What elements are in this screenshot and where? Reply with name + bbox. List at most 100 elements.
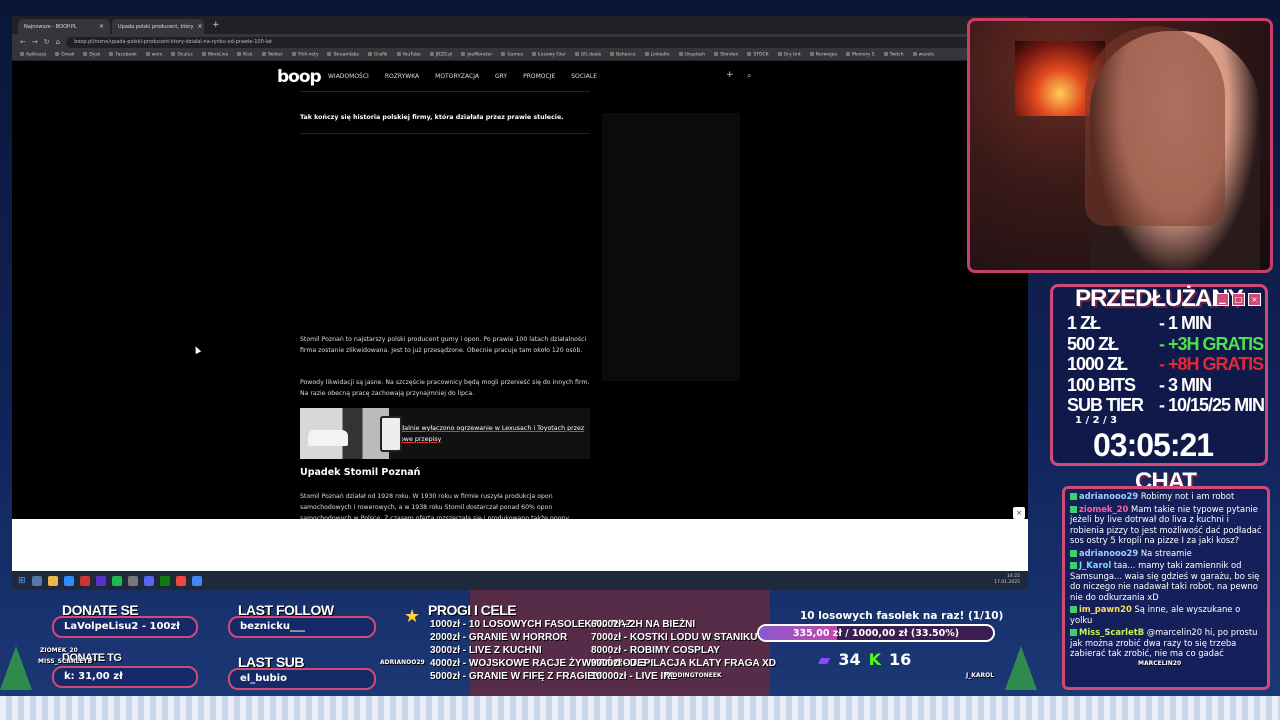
bookmark-item[interactable]: Kick	[237, 52, 253, 58]
goals-title: PROGI I CELE	[428, 602, 517, 618]
close-tab-icon[interactable]: ×	[99, 23, 104, 30]
back-icon[interactable]: ←	[20, 38, 26, 46]
rate-row: 500 ZŁ - +3H GRATIS	[1067, 334, 1264, 355]
nav-link[interactable]: WIADOMOŚCI	[328, 73, 369, 80]
bookmark-item[interactable]: Aplikacje	[20, 52, 46, 58]
related-article-card[interactable]: Zdalnie wyłączono ogrzewanie w Lexusach …	[300, 408, 590, 459]
bookmark-icon	[747, 52, 752, 57]
streamer-hair	[1085, 26, 1225, 226]
close-icon: ×	[1248, 293, 1261, 306]
windows-start-icon[interactable]: ⊞	[18, 576, 26, 586]
taskbar-app-icon[interactable]	[191, 575, 202, 586]
chat-text: Na streamie	[1140, 547, 1192, 558]
chat-username: adrianooo29	[1079, 547, 1139, 558]
bookmark-icon	[291, 52, 296, 57]
chat-message: Miss_ScarletB @marcelin20 hi, po prostu …	[1070, 627, 1262, 659]
bookmark-item[interactable]: LinkedIn	[644, 52, 670, 58]
bookmark-item[interactable]: WorxLive	[201, 52, 228, 58]
bookmark-item[interactable]: Facebook	[109, 52, 137, 58]
browser-tab[interactable]: Najnowsze - BOOP.PL ×	[18, 19, 110, 34]
rate-reward: - 1 MIN	[1159, 313, 1212, 333]
taskbar-app-icon[interactable]	[143, 575, 154, 586]
taskbar-app-icon[interactable]	[127, 575, 138, 586]
rate-row: 1000 ZŁ - +8H GRATIS	[1067, 354, 1264, 375]
close-tab-icon[interactable]: ×	[197, 23, 202, 30]
browser-tab-active[interactable]: Upada polski producent, który ×	[112, 19, 204, 34]
bookmark-item[interactable]: Oculus	[171, 52, 193, 58]
bookmark-item[interactable]: YouTube	[396, 52, 421, 58]
bookmark-item[interactable]: Twitter	[261, 52, 283, 58]
reload-icon[interactable]: ↻	[44, 38, 50, 46]
taskbar-app-icon[interactable]	[111, 575, 122, 586]
taskbar-app-icon[interactable]	[31, 575, 42, 586]
divider	[300, 91, 590, 92]
nav-link[interactable]: PROMOCJE	[523, 73, 555, 80]
nav-link[interactable]: GRY	[495, 73, 507, 80]
taskbar-app-icon[interactable]	[175, 575, 186, 586]
bookmark-icon	[83, 52, 88, 57]
bookmark-item[interactable]: Grafik	[367, 52, 388, 58]
sidebar-ad-placeholder	[602, 113, 740, 381]
bookmark-item[interactable]: Games	[501, 52, 523, 58]
viewer-sprite-name: PADDINGTONEEK	[664, 672, 722, 679]
bookmark-item[interactable]: Norwegia	[809, 52, 837, 58]
bookmark-item[interactable]: Unsplash	[678, 52, 705, 58]
rate-reward: - 3 MIN	[1159, 374, 1212, 395]
forward-icon[interactable]: →	[32, 38, 38, 46]
bookmark-item[interactable]: JoeMonster	[461, 52, 492, 58]
bookmark-icon	[678, 52, 683, 57]
chat-username: adrianooo29	[1079, 491, 1139, 501]
bookmark-item[interactable]: GG.deals	[574, 52, 601, 58]
bookmark-icon	[845, 52, 850, 57]
new-tab-icon[interactable]: +	[206, 20, 226, 30]
close-ad-icon[interactable]: ×	[1013, 507, 1025, 519]
article-paragraph: Powody likwidacji są jasne. Na szczęście…	[300, 379, 590, 397]
bookmark-item[interactable]: Twitch	[883, 52, 904, 58]
taskbar-app-icon[interactable]	[63, 575, 74, 586]
url-field[interactable]: boop.pl/rozne/upada-polski-producent-kto…	[66, 36, 1007, 48]
bookmarks-bar: Aplikacje Gmail Dysk Facebook worx Oculus Worx…	[12, 50, 1028, 61]
donate-tg-box: k: 31,00 zł	[52, 666, 198, 688]
taskbar-app-icon[interactable]	[159, 575, 170, 586]
taskbar-app-icon[interactable]	[79, 575, 90, 586]
bookmark-item[interactable]: Streamlabs	[327, 52, 359, 58]
related-article-link[interactable]: Zdalnie wyłączono ogrzewanie w Lexusach …	[389, 423, 590, 445]
bookmark-item[interactable]: JBZD.pl	[429, 52, 452, 58]
rate-row: 100 BITS - 3 MIN	[1067, 375, 1212, 396]
bookmark-item[interactable]: Gry tint	[777, 52, 801, 58]
nav-link[interactable]: SOCIALE	[571, 73, 597, 80]
home-icon[interactable]: ⌂	[56, 38, 60, 46]
site-nav: boop WIADOMOŚCI ROZRYWKA MOTORYZACJA GRY…	[12, 61, 970, 91]
bookmark-item[interactable]: Gmail	[55, 52, 74, 58]
taskbar-app-icon[interactable]	[95, 575, 106, 586]
bookmark-item[interactable]: Shinden	[714, 52, 738, 58]
bookmark-item[interactable]: Tik4 nety	[291, 52, 318, 58]
plus-icon[interactable]: +	[726, 70, 734, 80]
rate-amount: SUB TIER	[1067, 395, 1144, 415]
bookmark-item[interactable]: Behance	[610, 52, 636, 58]
pixel-snow-ground	[0, 696, 1280, 720]
nav-link[interactable]: ROZRYWKA	[385, 73, 419, 80]
bookmark-item[interactable]: worx	[145, 52, 162, 58]
bookmark-item[interactable]: Memory 5	[845, 52, 875, 58]
goal-item: 6000zł - 2H NA BIEŻNI	[591, 619, 696, 630]
phone-shape	[380, 416, 402, 452]
bookmark-item[interactable]: STOCK	[747, 52, 769, 58]
twitch-viewer-count: 34	[838, 650, 861, 669]
rate-row: SUB TIER - 10/15/25 MIN	[1067, 395, 1265, 416]
bookmark-item[interactable]: Dysk	[83, 52, 100, 58]
bookmark-item[interactable]: wesele	[912, 52, 934, 58]
taskbar-app-icon[interactable]	[47, 575, 58, 586]
nav-link[interactable]: MOTORYZACJA	[435, 73, 479, 80]
bookmark-icon	[367, 52, 372, 57]
site-logo[interactable]: boop	[277, 67, 322, 87]
kick-viewer-count: 16	[888, 650, 912, 669]
chat-badge-icon	[1070, 549, 1077, 557]
bookmark-icon	[574, 52, 579, 57]
tab-label: Upada polski producent, który	[118, 23, 194, 30]
desktop-capture: Najnowsze - BOOP.PL × Upada polski produc…	[12, 16, 1028, 590]
related-article-image	[300, 408, 402, 459]
chat-message: adrianooo29 Robimy not i am robot	[1070, 491, 1262, 502]
search-icon[interactable]: ⌕	[747, 71, 751, 81]
bookmark-item[interactable]: Łosowy Gier	[532, 52, 566, 58]
